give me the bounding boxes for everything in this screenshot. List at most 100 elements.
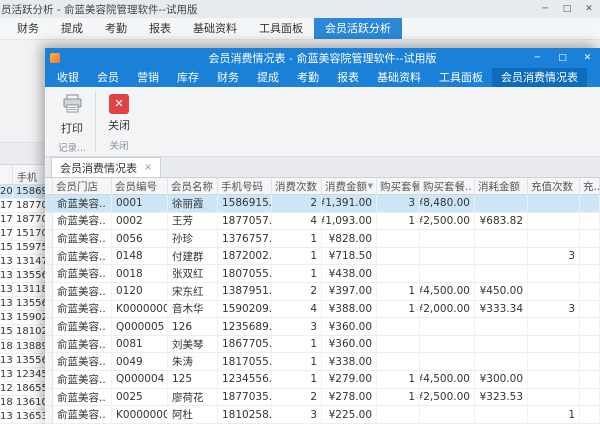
table-cell[interactable] — [377, 353, 420, 370]
table-row[interactable]: 俞蓝美容..0081刘美琴1867705...1¥360.00 — [45, 336, 600, 354]
ribbon-tab[interactable]: 提成 — [248, 68, 288, 87]
table-cell[interactable] — [528, 283, 580, 300]
bg-ribbon-tab[interactable]: 会员活跃分析 — [314, 18, 402, 39]
table-cell[interactable]: 孙珍 — [168, 230, 218, 247]
ribbon-tab[interactable]: 营销 — [128, 68, 168, 87]
table-cell[interactable]: Q000004 — [112, 371, 168, 388]
table-cell[interactable]: 1 — [377, 389, 420, 406]
column-header[interactable]: 消耗金额 — [475, 178, 528, 194]
table-cell[interactable]: 2 — [272, 195, 322, 212]
bg-grid-row[interactable]: 1315902 — [0, 311, 46, 325]
table-row[interactable]: 俞蓝美容..0025廖荷花1877035...2¥278.001¥2,500.0… — [45, 389, 600, 407]
bg-count-column-header[interactable] — [0, 165, 13, 184]
table-cell[interactable] — [528, 318, 580, 335]
table-cell[interactable] — [528, 336, 580, 353]
bg-grid-row[interactable]: 1313147 — [0, 255, 46, 269]
table-cell[interactable]: ¥397.00 — [322, 283, 377, 300]
table-row[interactable]: 俞蓝美容..0056孙珍1376757...1¥828.00 — [45, 230, 600, 248]
table-cell[interactable]: 俞蓝美容.. — [53, 213, 112, 230]
table-cell[interactable]: ¥333.34 — [475, 301, 528, 318]
table-cell[interactable] — [475, 318, 528, 335]
bg-grid-row[interactable]: 1718770 — [0, 199, 46, 213]
table-cell[interactable]: 3 — [377, 195, 420, 212]
table-cell[interactable] — [528, 371, 580, 388]
table-cell[interactable]: 2 — [272, 389, 322, 406]
table-cell[interactable]: 1 — [272, 230, 322, 247]
bg-phone-column-header[interactable]: 手机 — [13, 165, 46, 184]
table-cell[interactable] — [580, 248, 600, 265]
table-cell[interactable]: ¥2,500.00 — [420, 213, 475, 230]
table-cell[interactable]: 1234556... — [218, 371, 272, 388]
table-cell[interactable] — [580, 371, 600, 388]
table-cell[interactable]: ¥1,391.00 — [322, 195, 377, 212]
minimize-button[interactable]: ─ — [525, 48, 550, 68]
table-cell[interactable] — [528, 265, 580, 282]
table-cell[interactable]: ¥4,500.00 — [420, 371, 475, 388]
bg-grid-row[interactable]: 1312345 — [0, 368, 46, 382]
bg-grid-row[interactable]: 1313118 — [0, 283, 46, 297]
table-cell[interactable] — [475, 265, 528, 282]
titlebar[interactable]: 会员消费情况表 - 俞蓝美容院管理软件--试用版 ─ □ ✕ — [45, 48, 600, 68]
bg-grid-row[interactable]: 2015869 — [0, 185, 46, 199]
table-cell[interactable]: 1387951... — [218, 283, 272, 300]
table-cell[interactable]: 1872002... — [218, 248, 272, 265]
table-row[interactable]: 俞蓝美容..0148付建群1872002...1¥718.503 — [45, 248, 600, 266]
table-cell[interactable] — [420, 230, 475, 247]
table-cell[interactable]: 0148 — [112, 248, 168, 265]
print-button[interactable]: 打印 — [54, 91, 90, 139]
table-cell[interactable]: 俞蓝美容.. — [53, 265, 112, 282]
maximize-button[interactable]: □ — [550, 48, 575, 68]
table-cell[interactable]: 126 — [168, 318, 218, 335]
table-cell[interactable]: ¥225.00 — [322, 406, 377, 423]
table-cell[interactable]: 3 — [272, 318, 322, 335]
table-cell[interactable]: K00000001 — [112, 406, 168, 423]
table-cell[interactable]: ¥2,000.00 — [420, 301, 475, 318]
table-cell[interactable] — [420, 336, 475, 353]
table-row[interactable]: 俞蓝美容..K00000002音木华1590209...4¥388.001¥2,… — [45, 301, 600, 319]
table-cell[interactable] — [528, 230, 580, 247]
table-cell[interactable] — [377, 265, 420, 282]
table-cell[interactable]: 音木华 — [168, 301, 218, 318]
table-cell[interactable]: 1 — [272, 248, 322, 265]
table-cell[interactable] — [580, 301, 600, 318]
bg-grid-row[interactable]: 1313556 — [0, 269, 46, 283]
column-header[interactable]: 充值次数 — [528, 178, 580, 194]
table-cell[interactable]: 3 — [528, 301, 580, 318]
close-button[interactable]: ✕ — [578, 0, 600, 18]
table-cell[interactable] — [377, 230, 420, 247]
table-cell[interactable] — [580, 336, 600, 353]
table-cell[interactable]: ¥1,093.00 — [322, 213, 377, 230]
table-cell[interactable] — [475, 336, 528, 353]
table-cell[interactable]: 俞蓝美容.. — [53, 301, 112, 318]
bg-grid-row[interactable]: 1313653 — [0, 410, 46, 424]
table-cell[interactable] — [580, 353, 600, 370]
table-cell[interactable] — [528, 353, 580, 370]
bg-grid-row[interactable]: 1518102 — [0, 325, 46, 339]
table-cell[interactable]: ¥438.00 — [322, 265, 377, 282]
table-cell[interactable]: ¥828.00 — [322, 230, 377, 247]
table-cell[interactable]: ¥360.00 — [322, 336, 377, 353]
column-header[interactable]: 会员门店 — [53, 178, 112, 194]
table-cell[interactable]: 俞蓝美容.. — [53, 406, 112, 423]
table-cell[interactable]: 1810258... — [218, 406, 272, 423]
table-row[interactable]: 俞蓝美容..0018张双红1807055...1¥438.00 — [45, 265, 600, 283]
column-header[interactable]: 消费金额▼ — [322, 178, 377, 194]
bg-ribbon-tab[interactable]: 报表 — [138, 18, 182, 39]
table-cell[interactable] — [475, 230, 528, 247]
ribbon-tab[interactable]: 会员消费情况表 — [492, 68, 587, 87]
table-cell[interactable]: ¥360.00 — [322, 318, 377, 335]
table-cell[interactable]: 朱涛 — [168, 353, 218, 370]
table-cell[interactable]: 1586915... — [218, 195, 272, 212]
bg-grid-row[interactable]: 1718770 — [0, 213, 46, 227]
table-cell[interactable]: 1877057... — [218, 213, 272, 230]
table-cell[interactable] — [528, 389, 580, 406]
table-row[interactable]: 俞蓝美容..0001徐丽霞1586915...2¥1,391.003¥8,480… — [45, 195, 600, 213]
bg-grid-row[interactable]: 1313556 — [0, 297, 46, 311]
table-cell[interactable]: 1 — [377, 283, 420, 300]
table-cell[interactable] — [580, 230, 600, 247]
table-cell[interactable] — [580, 283, 600, 300]
table-cell[interactable] — [377, 406, 420, 423]
table-cell[interactable]: 125 — [168, 371, 218, 388]
table-cell[interactable] — [580, 195, 600, 212]
table-cell[interactable]: 1807055... — [218, 265, 272, 282]
